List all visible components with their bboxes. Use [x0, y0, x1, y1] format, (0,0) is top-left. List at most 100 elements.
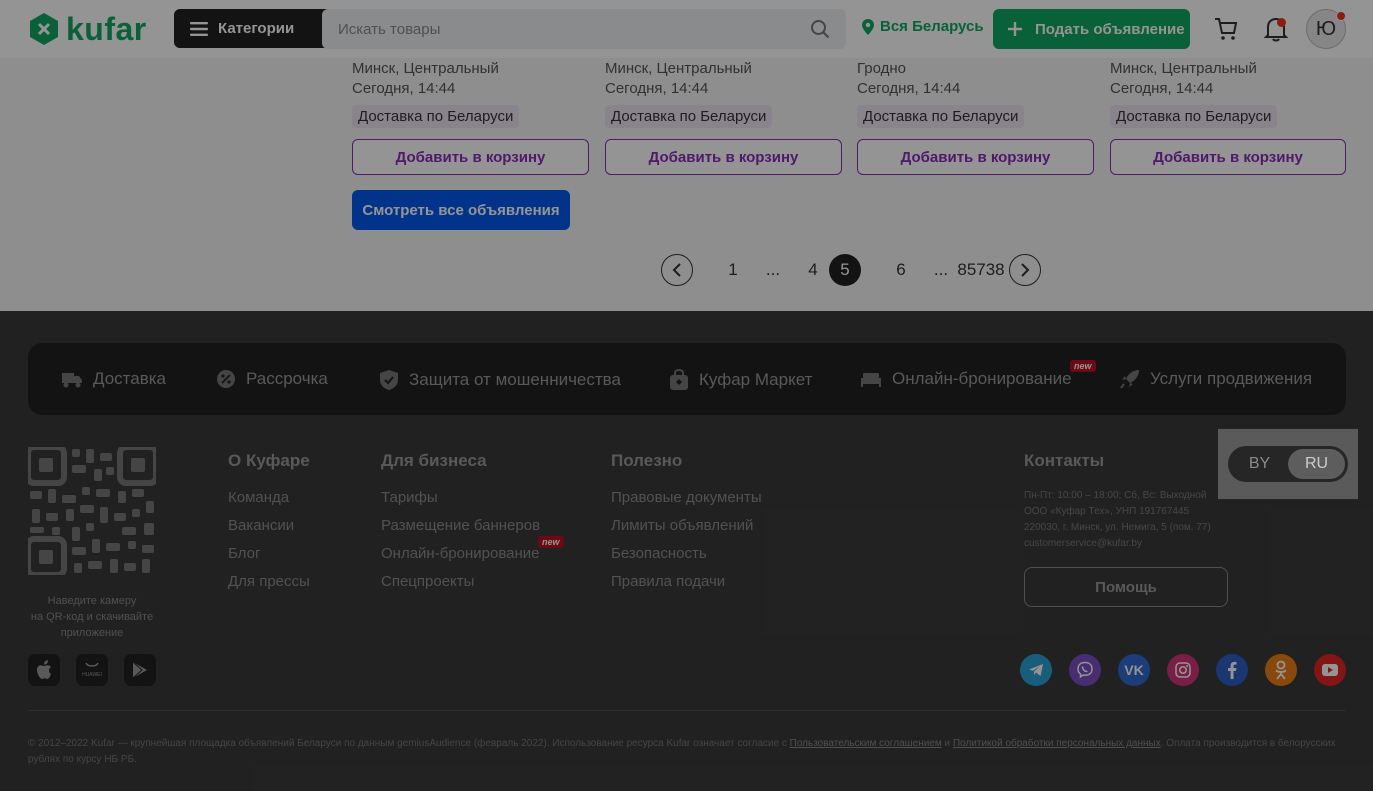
footer-link[interactable]: Спецпроекты	[381, 573, 474, 590]
telegram-icon	[1029, 664, 1043, 676]
add-to-cart-button[interactable]: Добавить в корзину	[352, 139, 589, 175]
help-button[interactable]: Помощь	[1024, 567, 1228, 607]
huawei-store-button[interactable]: HUAWEI	[76, 654, 108, 686]
footer-link[interactable]: Размещение баннеров	[381, 517, 540, 534]
language-switcher[interactable]: BY RU	[1228, 446, 1348, 482]
contact-email[interactable]: customerservice@kufar.by	[1024, 536, 1211, 552]
footer-link[interactable]: Вакансии	[228, 517, 294, 534]
post-ad-button[interactable]: Подать объявление	[993, 9, 1190, 49]
odnoklassniki-icon	[1275, 660, 1287, 680]
location-label: Вся Беларусь	[880, 18, 984, 35]
service-fraud-protection[interactable]: Защита от мошенничества	[379, 369, 621, 391]
prev-page-button[interactable]	[661, 254, 693, 286]
new-badge: new	[1070, 360, 1096, 372]
listing-time: Сегодня, 14:44	[1110, 80, 1214, 97]
service-installment[interactable]: Рассрочка	[216, 369, 328, 389]
pagination: 1 ... 4 5 6 ... 85738	[661, 254, 1041, 286]
next-page-button[interactable]	[1009, 254, 1041, 286]
footer-divider	[28, 710, 1346, 711]
language-option-ru[interactable]: RU	[1288, 449, 1345, 479]
qr-caption: Наведите камеру на QR-код и скачивайте п…	[28, 593, 156, 641]
listing-card: Гродно Сегодня, 14:44 Доставка по Белару…	[857, 58, 1094, 175]
contact-company: ООО «Куфар Тех», УНП 191767445	[1024, 506, 1190, 517]
add-to-cart-button[interactable]: Добавить в корзину	[605, 139, 842, 175]
google-play-button[interactable]	[124, 654, 156, 686]
facebook-button[interactable]	[1216, 654, 1248, 686]
footer-link[interactable]: Лимиты объявлений	[611, 517, 753, 534]
location-selector[interactable]: Вся Беларусь	[862, 18, 984, 35]
service-promotion[interactable]: Услуги продвижения	[1120, 369, 1312, 389]
listing-location: Минск, Центральный	[352, 60, 499, 77]
categories-button[interactable]: Категории	[174, 9, 334, 48]
service-label: Услуги продвижения	[1150, 369, 1313, 388]
listing-card: Минск, Центральный Сегодня, 14:44 Достав…	[1110, 58, 1346, 175]
cart-icon[interactable]	[1214, 17, 1238, 41]
footer-link[interactable]: Правила подачи	[611, 573, 725, 590]
viber-button[interactable]	[1069, 654, 1101, 686]
copyright-prefix: © 2012–2022 Kufar — крупнейшая площадка …	[28, 738, 790, 749]
delivery-badge: Доставка по Беларуси	[352, 105, 520, 128]
kufar-logo[interactable]: kufar	[28, 12, 147, 46]
qr-code	[28, 447, 156, 575]
listing-time: Сегодня, 14:44	[352, 80, 456, 97]
copyright-text: © 2012–2022 Kufar — крупнейшая площадка …	[28, 736, 1346, 768]
instagram-button[interactable]	[1167, 654, 1199, 686]
vk-button[interactable]: VK	[1118, 654, 1150, 686]
service-online-booking[interactable]: Онлайн-бронирование new	[860, 360, 1096, 389]
footer-link[interactable]: Для прессы	[228, 573, 310, 590]
footer-link[interactable]: Онлайн-бронирование	[381, 545, 539, 562]
search-bar	[322, 9, 846, 49]
contacts-title: Контакты	[1024, 451, 1105, 470]
listing-card: Минск, Центральный Сегодня, 14:44 Достав…	[352, 58, 589, 175]
add-to-cart-button[interactable]: Добавить в корзину	[857, 139, 1094, 175]
youtube-button[interactable]	[1314, 654, 1346, 686]
footer-link[interactable]: Команда	[228, 489, 289, 506]
footer-column-title: Полезно	[611, 451, 683, 470]
bed-icon	[861, 373, 881, 387]
chevron-right-icon	[1021, 263, 1030, 277]
apple-icon	[37, 660, 51, 679]
search-input[interactable]	[338, 20, 778, 38]
service-kufar-market[interactable]: Куфар Маркет	[669, 369, 812, 391]
categories-label: Категории	[218, 20, 295, 37]
user-agreement-link[interactable]: Пользовательским соглашением	[790, 738, 942, 749]
google-play-icon	[132, 661, 147, 679]
footer-link[interactable]: Правовые документы	[611, 489, 762, 506]
footer-column-title: Для бизнеса	[381, 451, 487, 470]
language-option-by[interactable]: BY	[1231, 449, 1288, 479]
post-ad-label: Подать объявление	[1035, 20, 1185, 38]
view-all-button[interactable]: Смотреть все объявления	[352, 190, 570, 230]
service-label: Рассрочка	[246, 369, 328, 388]
chevron-left-icon	[672, 263, 681, 277]
qr-caption-line: Наведите камеру	[47, 595, 137, 607]
odnoklassniki-button[interactable]	[1265, 654, 1297, 686]
facebook-icon	[1228, 661, 1237, 679]
current-page: 5	[829, 254, 861, 286]
plus-icon	[1008, 22, 1022, 36]
footer-link[interactable]: Тарифы	[381, 489, 438, 506]
vk-icon: VK	[1124, 662, 1144, 678]
listing-location: Гродно	[857, 60, 907, 77]
search-icon[interactable]	[810, 19, 830, 39]
footer-column-title: О Куфаре	[228, 451, 310, 470]
notification-dot	[1277, 18, 1286, 27]
privacy-policy-link[interactable]: Политикой обработки персональных данных	[953, 738, 1161, 749]
contact-address: 220030, г. Минск, ул. Немига, 5 (пом. 77…	[1024, 522, 1211, 533]
new-badge: new	[538, 536, 564, 548]
instagram-icon	[1175, 662, 1191, 678]
avatar-notification-dot	[1336, 11, 1346, 21]
top-header: kufar Категории Вся Беларусь Подать объя…	[0, 0, 1373, 58]
copyright-middle: и	[941, 738, 953, 749]
rocket-icon	[1120, 370, 1139, 389]
service-label: Куфар Маркет	[699, 370, 813, 389]
contact-hours: Пн-Пт: 10:00 – 18:00; Сб, Вс: Выходной	[1024, 490, 1207, 501]
telegram-button[interactable]	[1020, 654, 1052, 686]
footer-link[interactable]: Блог	[228, 545, 260, 562]
service-delivery[interactable]: Доставка	[61, 369, 166, 389]
huawei-label: HUAWEI	[82, 672, 102, 678]
footer-link[interactable]: Безопасность	[611, 545, 707, 562]
location-pin-icon	[862, 18, 874, 35]
qr-caption-line: приложение	[60, 627, 124, 639]
add-to-cart-button[interactable]: Добавить в корзину	[1110, 139, 1346, 175]
app-store-button[interactable]	[28, 654, 60, 686]
